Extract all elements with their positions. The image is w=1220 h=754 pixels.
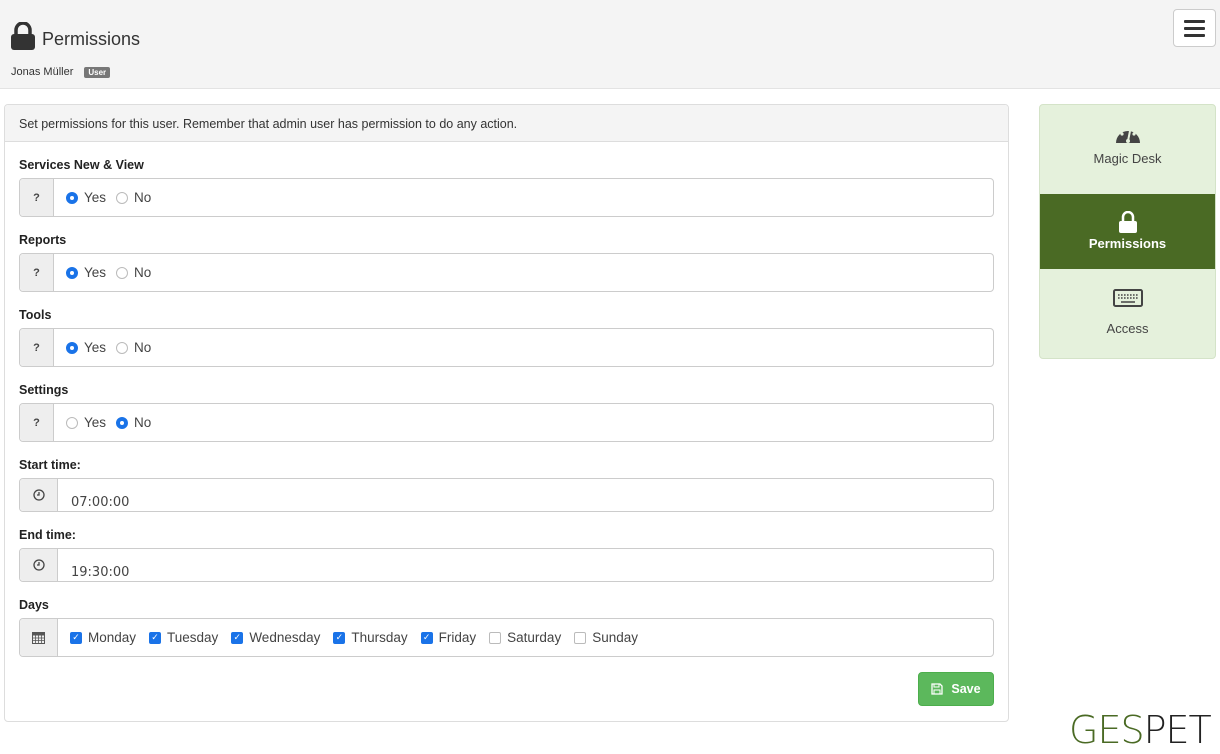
day-label: Wednesday [249,630,321,645]
help-icon[interactable]: ? [20,254,54,291]
days-group: Monday Tuesday Wednesday Thursday Friday Satu… [19,618,994,657]
calendar-icon [20,619,58,656]
services-no-radio[interactable]: No [116,190,151,205]
radio-label: Yes [84,340,107,355]
checkbox-indicator [231,631,244,644]
services-yes-radio[interactable]: Yes [66,190,106,205]
tools-label: Tools [19,308,52,322]
day-checkbox-monday[interactable]: Monday [70,630,136,645]
save-label: Save [951,682,981,696]
day-checkbox-sunday[interactable]: Sunday [574,630,638,645]
permissions-panel: Set permissions for this user. Remember … [4,104,1009,722]
days-label: Days [19,598,49,612]
clock-icon [20,479,58,511]
settings-no-radio[interactable]: No [116,415,151,430]
checkbox-indicator [489,631,502,644]
day-checkbox-friday[interactable]: Friday [420,630,477,645]
tools-yes-radio[interactable]: Yes [66,340,106,355]
radio-label: No [134,190,152,205]
reports-label: Reports [19,233,67,247]
nav-item-permissions[interactable]: Permissions [1040,194,1215,269]
radio-indicator [116,416,129,429]
radio-indicator [116,266,129,279]
radio-indicator [66,266,78,279]
day-checkbox-thursday[interactable]: Thursday [333,630,408,645]
hamburger-line [1184,33,1205,37]
floppy-disk-icon [931,683,944,695]
day-label: Friday [438,630,477,645]
lock-icon [1118,211,1137,233]
keyboard-icon [1112,289,1143,307]
help-icon[interactable]: ? [20,404,54,441]
day-label: Sunday [592,630,638,645]
help-icon[interactable]: ? [20,329,54,366]
clock-icon [20,549,58,581]
day-checkbox-saturday[interactable]: Saturday [489,630,561,645]
day-checkbox-wednesday[interactable]: Wednesday [231,630,320,645]
title-row: Permissions [11,22,140,50]
role-badge: User [84,66,111,78]
day-label: Tuesday [167,630,219,645]
end-time-label: End time: [19,528,76,542]
lock-icon [11,22,35,50]
logo-part-pet: PET [1143,708,1212,752]
services-label: Services New & View [19,158,144,172]
radio-label: Yes [84,190,107,205]
logo-part-ges: GES [1069,708,1145,752]
tools-permission-group: ? Yes No [19,328,994,367]
reports-no-radio[interactable]: No [116,265,151,280]
settings-label: Settings [19,383,69,397]
nav-label: Access [1106,321,1149,336]
reports-permission-group: ? Yes No [19,253,994,292]
menu-button[interactable] [1173,9,1216,47]
settings-permission-group: ? Yes No [19,403,994,442]
radio-indicator [116,191,129,204]
checkbox-indicator [420,631,433,644]
radio-indicator [116,341,129,354]
panel-info: Set permissions for this user. Remember … [5,105,1008,142]
checkbox-indicator [149,631,162,644]
day-checkbox-tuesday[interactable]: Tuesday [149,630,218,645]
page-title: Permissions [42,29,141,49]
checkbox-indicator [574,631,587,644]
side-navigation: Magic Desk Permissions Access [1039,104,1216,359]
radio-indicator [66,416,78,429]
day-label: Monday [88,630,137,645]
radio-label: Yes [84,265,107,280]
save-button[interactable]: Save [918,672,994,706]
end-time-input[interactable] [58,549,993,581]
nav-item-access[interactable]: Access [1040,269,1215,358]
start-time-group [19,478,994,512]
start-time-label: Start time: [19,458,81,472]
nav-label: Permissions [1088,236,1167,251]
radio-indicator [66,341,78,354]
day-label: Saturday [507,630,562,645]
nav-label: Magic Desk [1093,151,1162,166]
reports-yes-radio[interactable]: Yes [66,265,106,280]
radio-label: No [134,340,152,355]
services-permission-group: ? Yes No [19,178,994,217]
days-list: Monday Tuesday Wednesday Thursday Friday Satu… [58,619,651,656]
day-label: Thursday [351,630,408,645]
hamburger-menu-icon [1184,19,1205,23]
checkbox-indicator [333,631,346,644]
end-time-group [19,548,994,582]
tools-no-radio[interactable]: No [116,340,151,355]
nav-item-magic-desk[interactable]: Magic Desk [1040,105,1215,194]
start-time-input[interactable] [58,479,993,511]
dashboard-gauge-icon [1115,127,1140,143]
settings-yes-radio[interactable]: Yes [66,415,106,430]
page-header: Permissions Jonas Müller User [0,0,1220,89]
gespet-logo: GESPET [1069,708,1212,752]
checkbox-indicator [70,631,82,644]
radio-label: Yes [84,415,107,430]
radio-label: No [134,265,152,280]
help-icon[interactable]: ? [20,179,54,216]
hamburger-line [1184,26,1205,30]
user-name: Jonas Müller [11,66,74,78]
user-info: Jonas Müller User [11,66,111,78]
radio-indicator [66,191,78,204]
radio-label: No [134,415,152,430]
